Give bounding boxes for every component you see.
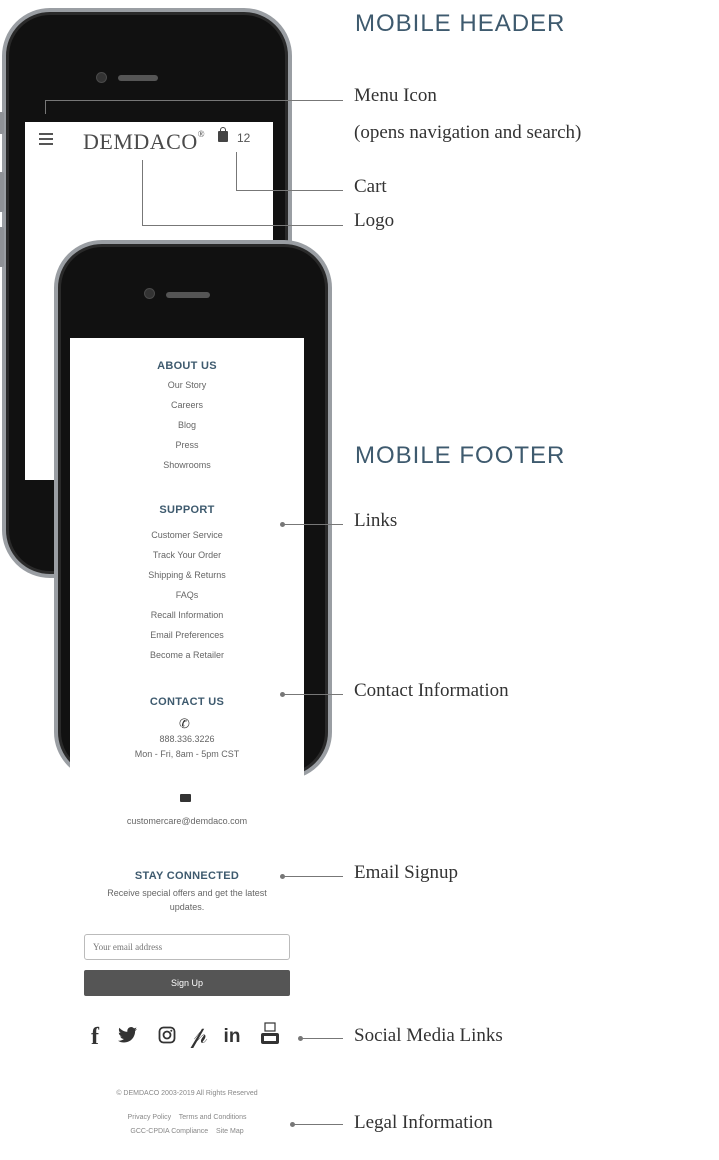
callout-menu-icon-desc: (opens navigation and search) [354,122,582,143]
footer-link-customer-service[interactable]: Customer Service [70,530,304,540]
pinterest-icon[interactable]: 𝓅 [188,1023,210,1050]
logo-mark: ® [197,129,206,139]
phone-side-button [0,112,4,134]
phone-side-button [0,172,4,212]
footer-link-shipping-returns[interactable]: Shipping & Returns [70,570,304,580]
phone-icon: ✆ [179,716,190,731]
twitter-icon[interactable] [116,1026,140,1050]
phone-camera [144,288,155,299]
stay-connected-text-line2: updates. [169,902,205,912]
logo-text: DEMDACO [83,129,198,154]
privacy-policy-link[interactable]: Privacy Policy [128,1114,172,1121]
support-heading: SUPPORT [159,504,215,516]
footer-phone-screen: ABOUT US Our Story Careers Blog Press Sh… [70,338,304,1160]
callout-line [294,1124,343,1125]
callout-line [142,160,143,225]
phone-camera [96,72,107,83]
footer-link-showrooms[interactable]: Showrooms [70,460,304,470]
mobile-header-title: MOBILE HEADER [355,10,566,37]
terms-link[interactable]: Terms and Conditions [179,1114,247,1121]
stay-connected-heading: STAY CONNECTED [134,870,240,882]
cart-icon[interactable] [218,127,228,142]
footer-link-faqs[interactable]: FAQs [70,590,304,600]
footer-link-email-preferences[interactable]: Email Preferences [70,630,304,640]
cart-count[interactable]: 12 [237,131,250,145]
callout-line [45,100,343,101]
phone-speaker [166,292,210,298]
legal-copyright: © DEMDACO 2003-2019 All Rights Reserved [116,1090,258,1097]
callout-social: Social Media Links [354,1025,503,1046]
email-signup-input[interactable] [84,934,290,960]
callout-line [284,876,343,877]
gcc-compliance-link[interactable]: GCC-CPDIA Compliance [130,1128,208,1135]
footer-link-our-story[interactable]: Our Story [70,380,304,390]
mobile-footer-title: MOBILE FOOTER [355,442,566,469]
callout-line [45,100,46,114]
phone-speaker [118,75,158,81]
callout-legal: Legal Information [354,1112,493,1133]
phone-side-button [0,227,4,267]
envelope-icon [180,794,191,802]
site-map-link[interactable]: Site Map [216,1128,244,1135]
callout-line [284,524,343,525]
contact-email[interactable]: customercare@demdaco.com [70,816,304,826]
callout-line [236,152,237,190]
footer-link-press[interactable]: Press [70,440,304,450]
contact-us-heading: CONTACT US [149,696,225,708]
contact-hours: Mon - Fri, 8am - 5pm CST [134,749,240,759]
footer-link-recall-info[interactable]: Recall Information [70,610,304,620]
footer-link-careers[interactable]: Careers [70,400,304,410]
footer-link-track-order[interactable]: Track Your Order [70,550,304,560]
callout-cart: Cart [354,176,387,197]
callout-logo: Logo [354,210,395,231]
callout-links: Links [354,510,398,531]
menu-icon[interactable] [39,133,53,148]
callout-line [236,190,343,191]
callout-line [302,1038,343,1039]
sign-up-button[interactable]: Sign Up [84,970,290,996]
contact-phone-number[interactable]: 888.336.3226 [70,734,304,744]
site-logo[interactable]: DEMDACO® [83,129,205,155]
legal-links-row-2: GCC-CPDIA Compliance Site Map [70,1128,304,1135]
legal-links-row-1: Privacy Policy Terms and Conditions [70,1114,304,1121]
footer-link-become-retailer[interactable]: Become a Retailer [70,650,304,660]
callout-menu-icon: Menu Icon [354,85,437,106]
stay-connected-text-line1: Receive special offers and get the lates… [107,888,267,898]
youtube-icon[interactable] [258,1022,282,1052]
about-us-heading: ABOUT US [157,360,217,372]
linkedin-icon[interactable]: in [218,1026,246,1048]
callout-email-signup: Email Signup [354,862,458,883]
callout-line [284,694,343,695]
facebook-icon[interactable]: f [84,1024,106,1051]
instagram-icon[interactable] [156,1026,178,1050]
callout-line [142,225,343,226]
footer-link-blog[interactable]: Blog [70,420,304,430]
callout-contact: Contact Information [354,680,509,701]
